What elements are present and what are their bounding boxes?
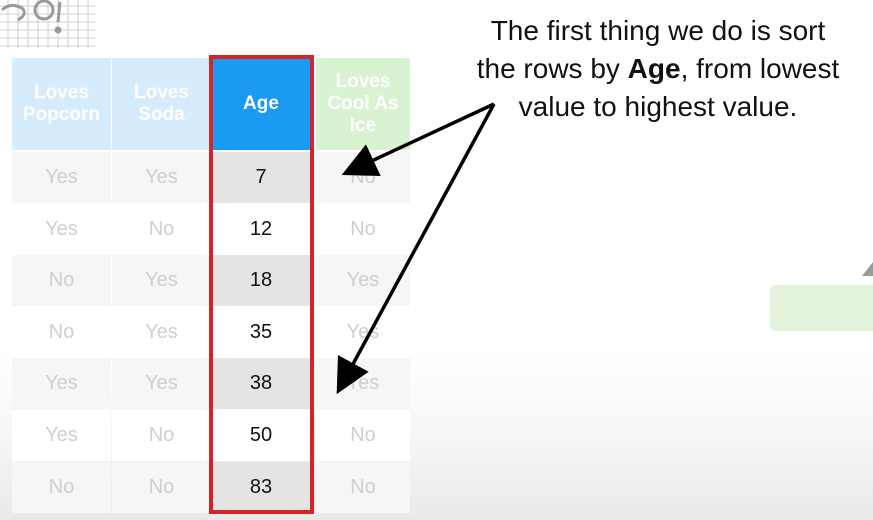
callout-bold-age: Age	[627, 53, 681, 84]
table-cell: No	[316, 410, 410, 461]
callout-text: The first thing we do is sort the rows b…	[448, 12, 868, 126]
table-cell: Yes	[12, 152, 111, 203]
table-cell: Yes	[316, 307, 410, 358]
header-loves-popcorn: Loves Popcorn	[12, 58, 111, 150]
header-line: Loves	[34, 82, 89, 103]
table-cell: No	[112, 204, 211, 255]
table-cell: Yes	[12, 358, 111, 409]
age-cell: 7	[212, 152, 310, 203]
callout-text-part: the rows by	[476, 53, 628, 84]
callout-line-3: value to highest value.	[518, 91, 798, 122]
table-cell: No	[12, 255, 111, 306]
table-cell: No	[12, 462, 111, 513]
callout-line-1: The first thing we do is sort	[490, 15, 826, 46]
partial-arrow-icon	[862, 262, 873, 276]
header-line: Popcorn	[22, 104, 101, 125]
age-cell: 12	[212, 204, 310, 255]
age-cell: 50	[212, 410, 310, 461]
age-cell: 38	[212, 358, 310, 409]
header-line: Age	[243, 93, 279, 114]
header-loves-cool-as-ice: Loves Cool As Ice	[316, 58, 410, 150]
table-cell: Yes	[12, 410, 111, 461]
table-cell: No	[112, 410, 211, 461]
callout-line-2: the rows by Age, from lowest	[448, 50, 868, 88]
logo-icon	[0, 0, 95, 48]
table-cell: Yes	[112, 152, 211, 203]
table-cell: Yes	[316, 358, 410, 409]
header-line: Loves	[335, 71, 391, 92]
table-cell: No	[316, 152, 410, 203]
table-cell: Yes	[112, 255, 211, 306]
table-cell: Yes	[112, 307, 211, 358]
header-line: Ice	[349, 115, 377, 136]
table-cell: No	[12, 307, 111, 358]
table-cell: No	[316, 462, 410, 513]
header-line: Soda	[138, 104, 185, 125]
header-loves-soda: Loves Soda	[112, 58, 211, 150]
table-cell: Yes	[316, 255, 410, 306]
age-cell: 83	[212, 462, 310, 513]
table-cell: Yes	[112, 358, 211, 409]
table-cell: No	[112, 462, 211, 513]
age-cell: 35	[212, 307, 310, 358]
age-cell: 18	[212, 255, 310, 306]
partial-green-box	[770, 285, 873, 331]
header-age: Age	[212, 58, 310, 150]
callout-text-part: , from lowest	[680, 53, 840, 84]
header-line: Loves	[134, 82, 189, 103]
header-line: Cool As	[327, 93, 399, 114]
table-cell: No	[316, 204, 410, 255]
table-cell: Yes	[12, 204, 111, 255]
